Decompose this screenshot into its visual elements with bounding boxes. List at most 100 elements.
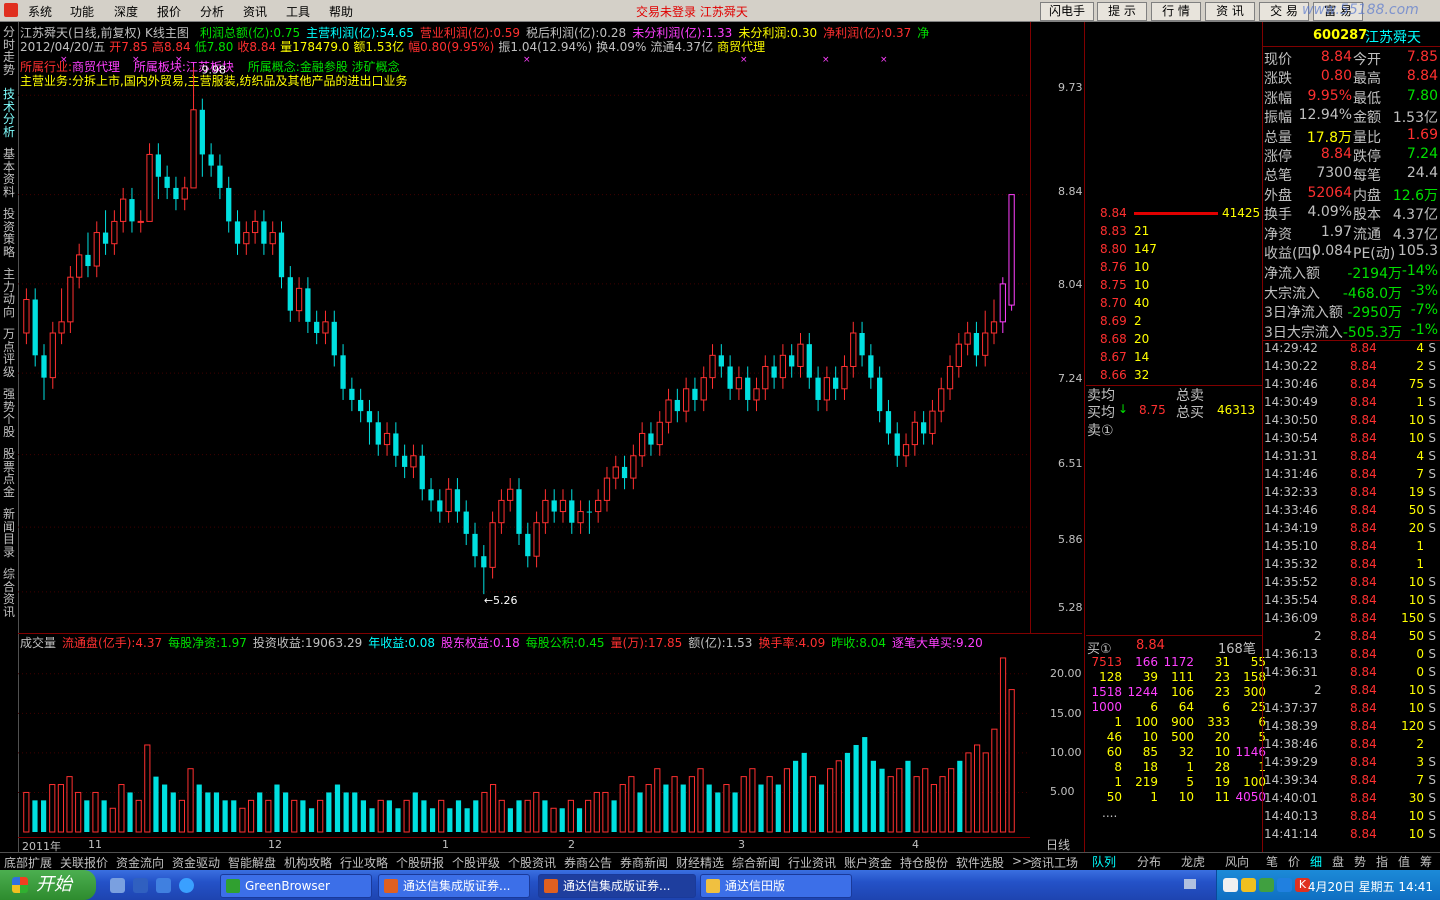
menu-tools[interactable]: 工具 <box>286 3 310 20</box>
event-marker[interactable]: × <box>523 55 531 65</box>
tick-row: 14:37:37 8.84 10 S <box>1264 701 1438 719</box>
queue-cell: 20 <box>1214 730 1230 744</box>
flash-hand-button[interactable]: 闪电手 <box>1040 2 1094 21</box>
bottom-tab[interactable]: 软件选股 <box>956 854 1004 871</box>
menu-system[interactable]: 系统 <box>28 3 52 20</box>
right-tab[interactable]: 价 <box>1288 853 1300 870</box>
quicklaunch-icon[interactable] <box>156 878 171 893</box>
bottom-tab[interactable]: 资金流向 <box>116 854 164 871</box>
tick-row: 14:38:39 8.84 120 S <box>1264 719 1438 737</box>
bottom-tab[interactable]: 机构攻略 <box>284 854 332 871</box>
bottom-tab[interactable]: 财经精选 <box>676 854 724 871</box>
orderbook-tab[interactable]: 分布 <box>1137 853 1161 870</box>
event-marker[interactable]: × <box>740 55 748 65</box>
volume-bar <box>481 791 488 833</box>
right-tab[interactable]: 指 <box>1376 853 1388 870</box>
browser-icon[interactable] <box>179 878 194 893</box>
bottom-tab[interactable]: 个股评级 <box>452 854 500 871</box>
show-desktop-icon[interactable] <box>110 878 125 893</box>
bottom-tab[interactable]: 综合新闻 <box>732 854 780 871</box>
menu-function[interactable]: 功能 <box>70 3 94 20</box>
taskbar-item[interactable]: 通达信集成版证券... <box>538 874 696 898</box>
tray-icon[interactable] <box>1277 878 1292 892</box>
event-marker[interactable]: × <box>60 55 68 65</box>
event-marker[interactable]: × <box>880 55 888 65</box>
event-marker[interactable]: × <box>822 55 830 65</box>
keyboard-icon[interactable] <box>1184 879 1196 889</box>
event-marker[interactable]: × <box>175 55 183 65</box>
candle-body <box>287 277 293 311</box>
bottom-tab[interactable]: 关联报价 <box>60 854 108 871</box>
quicklaunch-icon[interactable] <box>133 878 148 893</box>
right-tab[interactable]: 值 <box>1398 853 1410 870</box>
period-label[interactable]: 日线 <box>1046 836 1070 853</box>
taskbar-item[interactable]: 通达信集成版证券... <box>378 874 530 898</box>
right-tab[interactable]: 盘 <box>1332 853 1344 870</box>
tray-icon[interactable] <box>1223 878 1238 892</box>
volume-bar <box>930 784 937 833</box>
event-marker[interactable]: × <box>132 55 140 65</box>
tab-intraday[interactable]: 分时走势 <box>2 26 16 76</box>
candle-body <box>393 433 399 456</box>
bottom-tab[interactable]: 智能解盘 <box>228 854 276 871</box>
menu-quote[interactable]: 报价 <box>157 3 181 20</box>
bottom-tab[interactable]: 行业资讯 <box>788 854 836 871</box>
tab-strong-stocks[interactable]: 强势个股 <box>2 388 16 438</box>
right-tab[interactable]: 笔 <box>1266 853 1278 870</box>
queue-cell: 128 <box>1099 670 1122 684</box>
volume-bar <box>766 776 773 833</box>
candle-body <box>217 165 223 188</box>
tab-main-force[interactable]: 主力动向 <box>2 268 16 318</box>
info-button[interactable]: 资 讯 <box>1205 2 1255 21</box>
bottom-tab[interactable]: 账户资金 <box>844 854 892 871</box>
tab-news-catalog[interactable]: 新闻目录 <box>2 508 16 558</box>
orderbook-tab[interactable]: 风向 <box>1225 853 1249 870</box>
queue-more[interactable]: .... <box>1102 806 1117 820</box>
menu-depth[interactable]: 深度 <box>114 3 138 20</box>
queue-cell: 5 <box>1258 730 1266 744</box>
tips-button[interactable]: 提 示 <box>1097 2 1147 21</box>
bottom-tab[interactable]: 资金驱动 <box>172 854 220 871</box>
tray-icon[interactable] <box>1259 878 1274 892</box>
taskbar-item[interactable]: 通达信田版 <box>700 874 852 898</box>
right-tab[interactable]: 细 <box>1310 853 1322 870</box>
bottom-tab[interactable]: 券商公告 <box>564 854 612 871</box>
bottom-tab[interactable]: 资讯工场 <box>1030 854 1078 871</box>
menu-help[interactable]: 帮助 <box>329 3 353 20</box>
sell-volume: 10 <box>1134 260 1150 274</box>
orderbook-tab[interactable]: 龙虎 <box>1181 853 1205 870</box>
tab-general-info[interactable]: 综合资讯 <box>2 568 16 618</box>
right-tab[interactable]: 势 <box>1354 853 1366 870</box>
bottom-tab[interactable]: 券商新闻 <box>620 854 668 871</box>
quote-value: 12.94% <box>1298 107 1352 124</box>
taskbar-item[interactable]: GreenBrowser <box>220 874 372 898</box>
orderbook-tab[interactable]: 队列 <box>1092 853 1116 870</box>
tab-strategy[interactable]: 投资策略 <box>2 208 16 258</box>
tick-volume: 10 <box>1408 683 1424 697</box>
quotes-button[interactable]: 行 情 <box>1151 2 1201 21</box>
bottom-tab[interactable]: 行业攻略 <box>340 854 388 871</box>
sell-volume-bar <box>1134 212 1218 215</box>
tick-time: 14:30:50 <box>1264 413 1318 427</box>
bottom-tab[interactable]: 底部扩展 <box>4 854 52 871</box>
kline-chart-area[interactable]: 9.98 ←5.26 × × × × × × × <box>18 22 1031 633</box>
volume-bar <box>75 791 82 833</box>
bottom-tab[interactable]: 个股研报 <box>396 854 444 871</box>
bottom-tab[interactable]: 持仓股份 <box>900 854 948 871</box>
tab-stock-gold[interactable]: 股票点金 <box>2 448 16 498</box>
queue-cell: 28 <box>1214 760 1230 774</box>
volume-chart-area[interactable] <box>18 633 1082 834</box>
bottom-tab[interactable]: 个股资讯 <box>508 854 556 871</box>
queue-cell: 1 <box>1114 775 1122 789</box>
tab-fundamentals[interactable]: 基本资料 <box>2 148 16 198</box>
volume-bar <box>291 799 298 833</box>
quote-label: 金额 <box>1353 110 1381 127</box>
tab-rating[interactable]: 万点评级 <box>2 328 16 378</box>
tab-technical[interactable]: 技术分析 <box>2 88 16 138</box>
tray-icon[interactable] <box>1241 878 1256 892</box>
right-tab[interactable]: 筹 <box>1420 853 1432 870</box>
volume-bar <box>377 799 384 833</box>
menu-news[interactable]: 资讯 <box>243 3 267 20</box>
candle-body <box>181 187 188 200</box>
menu-analysis[interactable]: 分析 <box>200 3 224 20</box>
